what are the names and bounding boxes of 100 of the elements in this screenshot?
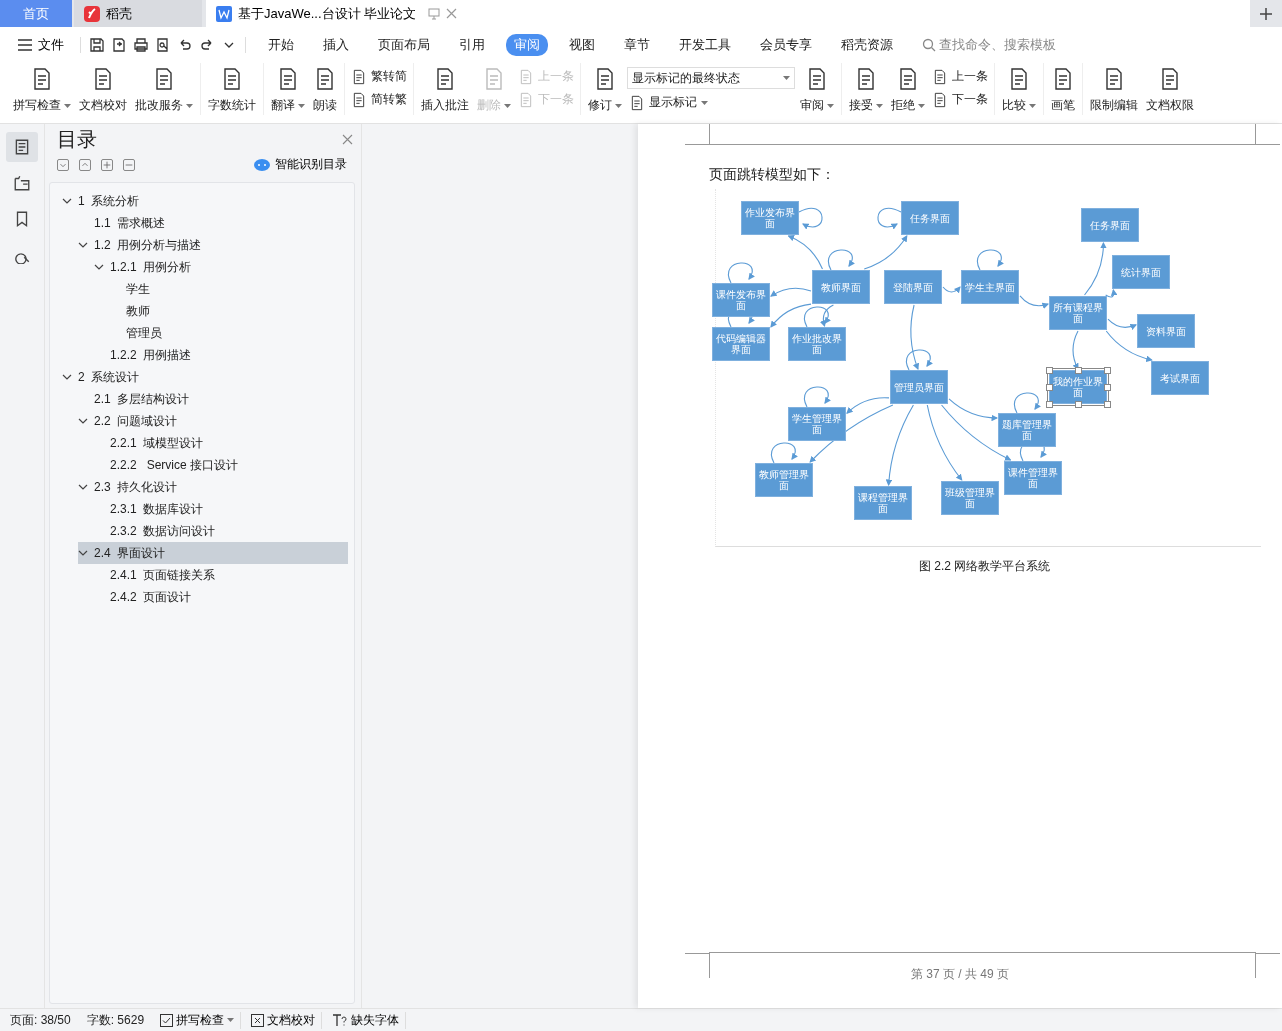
- resize-handle[interactable]: [1075, 401, 1082, 408]
- status-button[interactable]: 缺失字体: [332, 1011, 407, 1029]
- outline-item[interactable]: 2.3.1 数据库设计: [94, 498, 348, 520]
- resize-handle[interactable]: [1046, 367, 1053, 374]
- outline-item[interactable]: 2.2 问题域设计: [78, 410, 348, 432]
- document-icon: [629, 94, 645, 111]
- command-search-field[interactable]: 查找命令、搜索模板: [922, 36, 1056, 54]
- ribbon-button[interactable]: 繁转简: [349, 67, 409, 86]
- print-icon[interactable]: [133, 37, 149, 53]
- panel-title: 目录: [57, 127, 97, 152]
- resize-handle[interactable]: [1104, 401, 1111, 408]
- preview-icon[interactable]: [155, 37, 171, 53]
- ribbon-button[interactable]: 画笔: [1048, 63, 1078, 114]
- minus-icon[interactable]: [123, 158, 135, 171]
- ribbon-button[interactable]: 插入批注: [418, 63, 472, 114]
- ribbon-button[interactable]: 修订: [585, 63, 625, 114]
- ribbon-tab[interactable]: 引用: [451, 34, 493, 56]
- ribbon-button[interactable]: 朗读: [310, 63, 340, 114]
- smart-toc-button[interactable]: 智能识别目录: [248, 155, 353, 174]
- chevron-icon[interactable]: [62, 372, 72, 382]
- ribbon-button[interactable]: 拒绝: [888, 63, 928, 114]
- ribbon-button[interactable]: 上一条: [930, 67, 990, 86]
- document-tab[interactable]: 基于JavaWe...台设计 毕业论文: [206, 0, 1250, 27]
- ribbon-button[interactable]: 显示标记: [627, 93, 795, 112]
- outline-item[interactable]: 2.4.2 页面设计: [94, 586, 348, 608]
- markup-view-dropdown[interactable]: 显示标记的最终状态: [627, 67, 795, 89]
- ribbon-tab[interactable]: 会员专享: [752, 34, 820, 56]
- outline-item[interactable]: 学生: [110, 278, 348, 300]
- paragraph: 页面跳转模型如下：: [709, 166, 836, 184]
- outline-item[interactable]: 2.3 持久化设计: [78, 476, 348, 498]
- ribbon-button[interactable]: 文档权限: [1143, 63, 1197, 114]
- outline-item[interactable]: 2 系统设计: [62, 366, 348, 388]
- ribbon-tab[interactable]: 视图: [561, 34, 603, 56]
- ribbon-tab[interactable]: 章节: [616, 34, 658, 56]
- plus-icon[interactable]: [101, 158, 113, 171]
- resize-handle[interactable]: [1104, 367, 1111, 374]
- caret-icon: [783, 76, 790, 80]
- outline-item[interactable]: 2.2.1 域模型设计: [94, 432, 348, 454]
- ribbon-button[interactable]: 拼写检查: [10, 63, 74, 114]
- loop-arrow: [977, 249, 1004, 271]
- resize-handle[interactable]: [1104, 384, 1111, 391]
- outline-item[interactable]: 2.4.1 页面链接关系: [94, 564, 348, 586]
- sidebar-button[interactable]: [6, 132, 38, 162]
- outline-item[interactable]: 2.4 界面设计: [78, 542, 348, 564]
- ribbon-button[interactable]: 简转繁: [349, 90, 409, 109]
- resize-handle[interactable]: [1046, 384, 1053, 391]
- ribbon-button[interactable]: 限制编辑: [1087, 63, 1141, 114]
- ribbon-button[interactable]: 审阅: [797, 63, 837, 114]
- caret-icon: [876, 103, 883, 108]
- ribbon-tab[interactable]: 开始: [260, 34, 302, 56]
- outline-item[interactable]: 2.3.2 数据访问设计: [94, 520, 348, 542]
- document-logo-icon: [216, 5, 232, 22]
- loop-arrow: [798, 207, 823, 230]
- plus-icon[interactable]: [1260, 8, 1272, 20]
- app-logo-icon: [84, 5, 100, 22]
- collapse-icon[interactable]: [79, 158, 91, 171]
- outline-item[interactable]: 2.1 多层结构设计: [78, 388, 348, 410]
- outline-icon[interactable]: [13, 138, 31, 156]
- ribbon-button[interactable]: 下一条: [930, 90, 990, 109]
- menu-icon[interactable]: [18, 39, 32, 51]
- outline-item[interactable]: 2.2.2 Service 接口设计: [94, 454, 348, 476]
- ribbon-button[interactable]: 接受: [846, 63, 886, 114]
- ribbon-button[interactable]: 批改服务: [132, 63, 196, 114]
- document-icon: [351, 91, 367, 108]
- chevron-icon[interactable]: [78, 240, 88, 250]
- connector-arrow: [863, 235, 908, 270]
- chevron-icon[interactable]: [78, 482, 88, 492]
- document-tab[interactable]: 稻壳: [74, 0, 202, 27]
- folder-icon[interactable]: [13, 174, 31, 192]
- export-icon[interactable]: [111, 37, 127, 53]
- loop-arrow: [828, 249, 855, 271]
- ribbon-tab[interactable]: 页面布局: [370, 34, 438, 56]
- outline-item[interactable]: 1.1 需求概述: [78, 212, 348, 234]
- close-icon[interactable]: [342, 134, 353, 145]
- close-icon[interactable]: [446, 8, 458, 19]
- ribbon-button[interactable]: 比较: [999, 63, 1039, 114]
- ribbon-tab[interactable]: 插入: [315, 34, 357, 56]
- font-question-icon: [332, 1013, 349, 1027]
- chevron-icon[interactable]: [62, 196, 72, 206]
- chevron-icon[interactable]: [78, 548, 88, 558]
- resize-handle[interactable]: [1075, 367, 1082, 374]
- status-button[interactable]: 文档校对: [251, 1011, 323, 1029]
- save-icon[interactable]: [89, 37, 105, 53]
- ribbon-button[interactable]: 翻译: [268, 63, 308, 114]
- chevron-icon[interactable]: [94, 262, 104, 272]
- file-menu[interactable]: 文件: [12, 35, 70, 55]
- outline-item[interactable]: 1 系统分析: [62, 190, 348, 212]
- ribbon-tab[interactable]: 开发工具: [671, 34, 739, 56]
- outline-item[interactable]: 管理员: [110, 322, 348, 344]
- outline-item[interactable]: 1.2 用例分析与描述: [78, 234, 348, 256]
- expand-icon[interactable]: [57, 158, 69, 171]
- outline-item[interactable]: 1.2.1 用例分析: [94, 256, 348, 278]
- outline-item[interactable]: 教师: [110, 300, 348, 322]
- ribbon-button[interactable]: 文档校对: [76, 63, 130, 114]
- chevron-icon[interactable]: [78, 416, 88, 426]
- resize-handle[interactable]: [1046, 401, 1053, 408]
- outline-item[interactable]: 1.2.2 用例描述: [94, 344, 348, 366]
- ribbon-tab[interactable]: 稻壳资源: [833, 34, 901, 56]
- ribbon-button[interactable]: 字数统计: [205, 63, 259, 114]
- status-button[interactable]: 拼写检查: [160, 1011, 242, 1029]
